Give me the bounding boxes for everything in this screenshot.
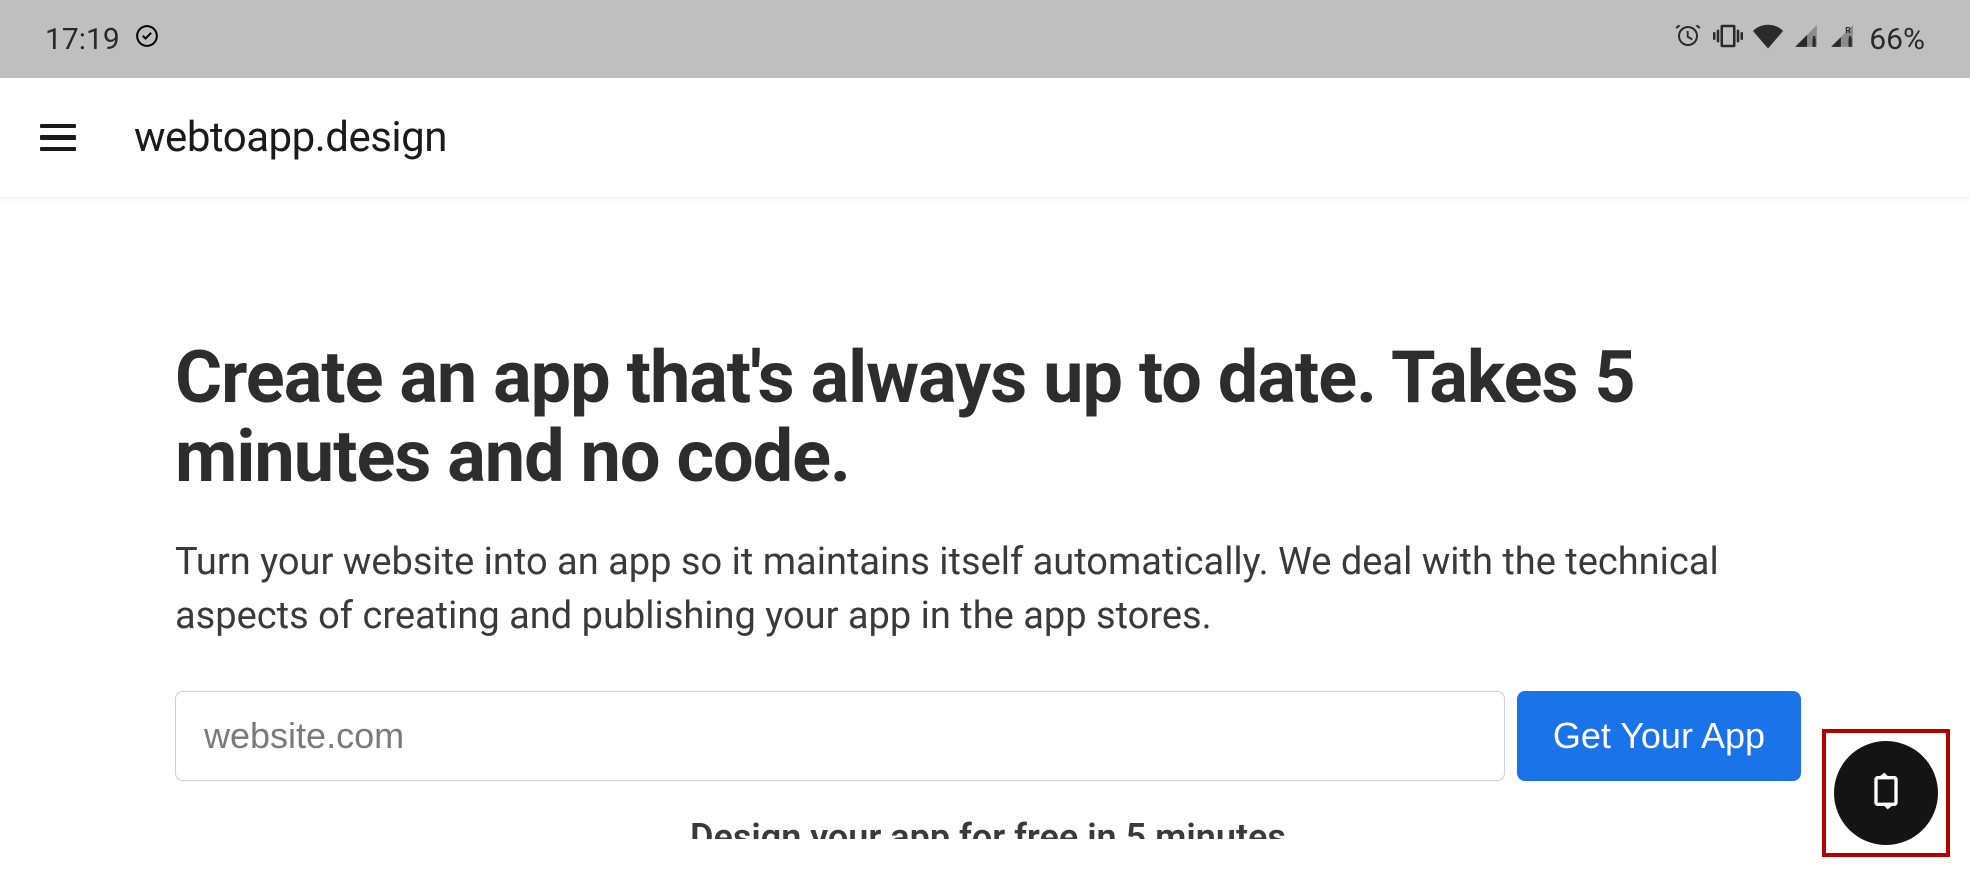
status-time: 17:19	[45, 22, 120, 57]
hero-subtext: Turn your website into an app so it main…	[175, 536, 1795, 642]
get-your-app-button[interactable]: Get Your App	[1517, 691, 1801, 781]
android-status-bar: 17:19 R 66%	[0, 0, 1970, 78]
battery-percentage: 66%	[1869, 22, 1925, 57]
wifi-icon	[1753, 21, 1783, 58]
vibrate-icon	[1713, 21, 1743, 58]
status-left-cluster: 17:19	[45, 22, 160, 57]
hero-headline: Create an app that's always up to date. …	[175, 338, 1795, 496]
fab-highlight-box	[1822, 729, 1950, 857]
website-url-input[interactable]	[175, 691, 1505, 781]
menu-icon[interactable]	[40, 120, 76, 156]
url-input-row: Get Your App	[175, 691, 1801, 781]
signal-icon-2: R	[1829, 23, 1855, 56]
rotate-device-fab[interactable]	[1834, 741, 1938, 845]
app-brand-title: webtoapp.design	[134, 113, 447, 162]
alarm-icon	[1673, 21, 1703, 58]
sync-check-icon	[134, 23, 160, 56]
app-top-bar: webtoapp.design	[0, 78, 1970, 198]
rotate-device-icon	[1866, 771, 1906, 815]
signal-icon-1	[1793, 23, 1819, 56]
hero-section: Create an app that's always up to date. …	[0, 198, 1970, 839]
status-right-cluster: R 66%	[1673, 21, 1925, 58]
svg-text:R: R	[1846, 25, 1852, 35]
hero-footline: Design your app for free in 5 minutes	[175, 811, 1801, 839]
